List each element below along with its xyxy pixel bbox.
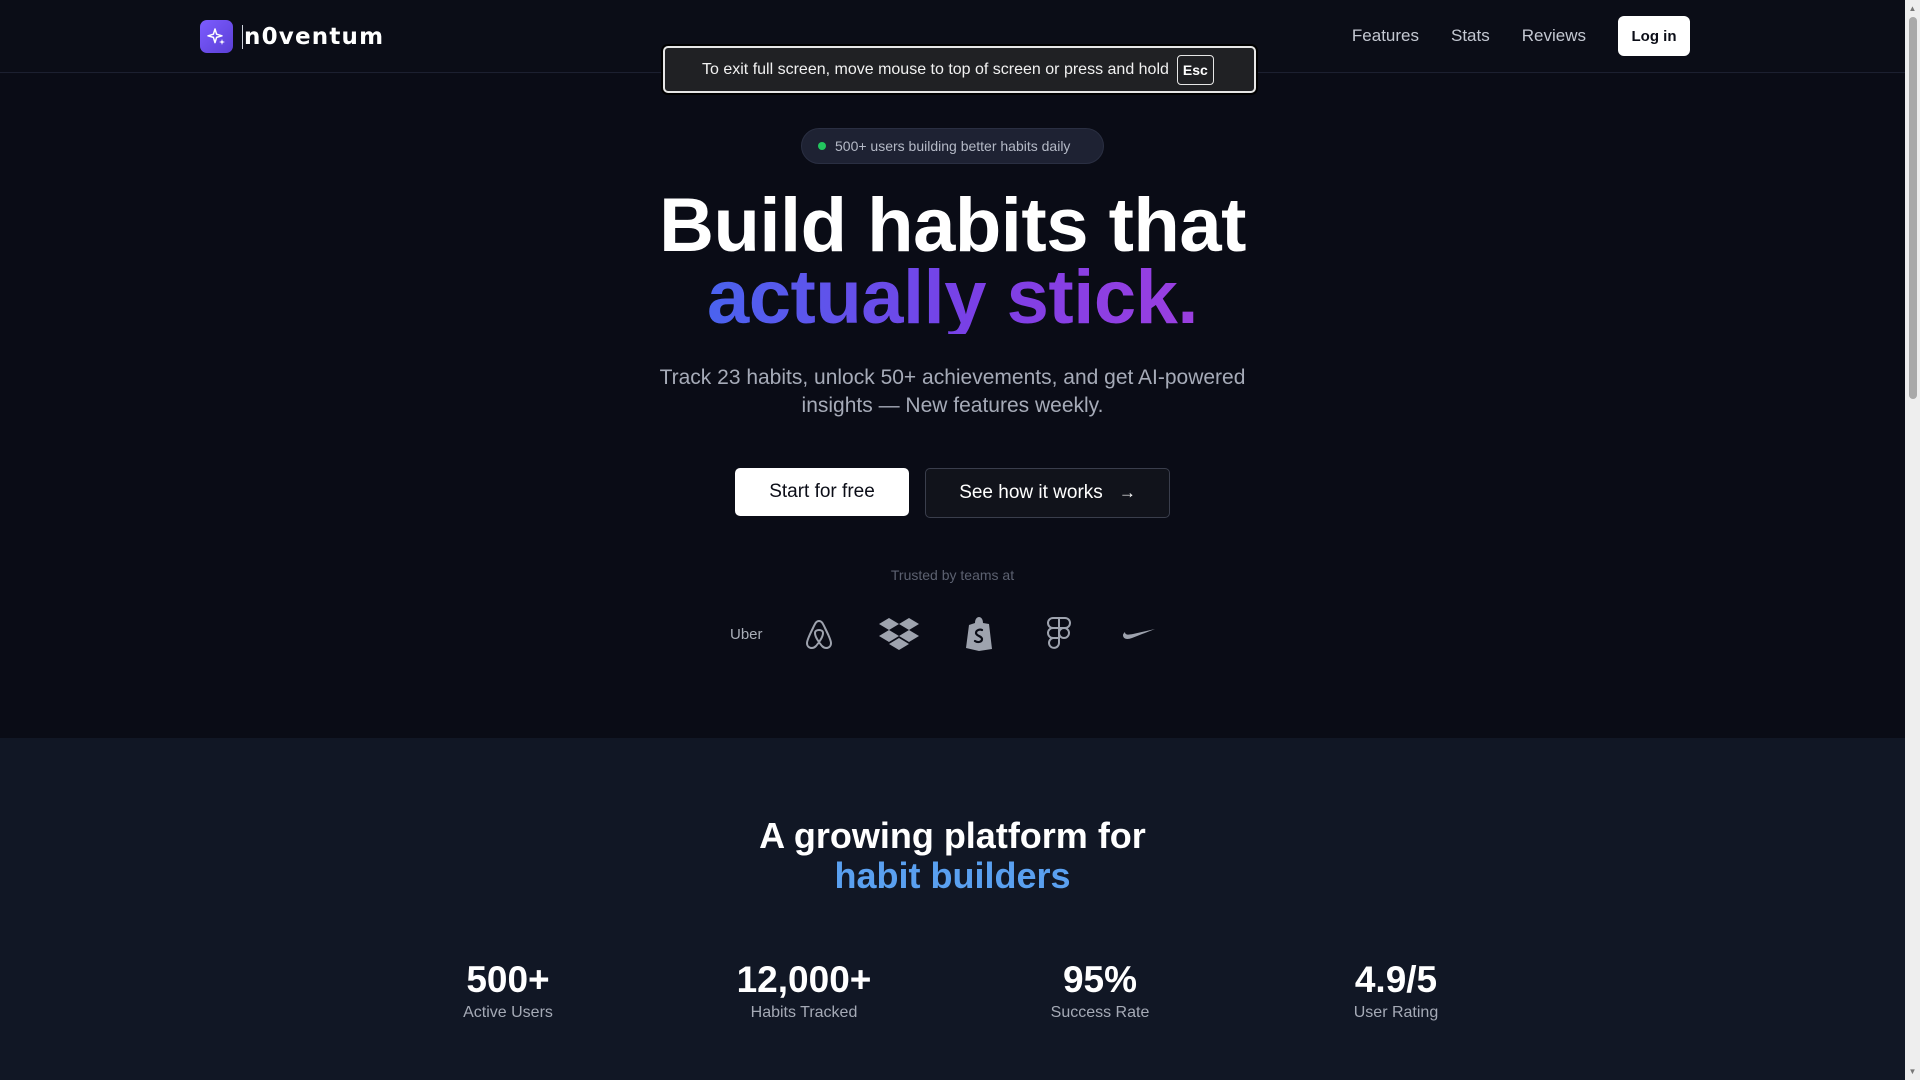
page-scrollbar[interactable]: ▲ ▼ xyxy=(1905,0,1920,1080)
nike-logo xyxy=(1119,614,1159,654)
stat-habits-tracked: 12,000+ Habits Tracked xyxy=(704,960,904,1022)
headline-line-1: Build habits that xyxy=(659,183,1246,268)
users-badge: 500+ users building better habits daily xyxy=(801,128,1104,164)
stat-user-rating: 4.9/5 User Rating xyxy=(1296,960,1496,1022)
stat-value: 500+ xyxy=(466,959,550,1000)
airbnb-logo xyxy=(799,614,839,654)
stat-label: Success Rate xyxy=(1050,1004,1150,1021)
brand-name: n0ventum xyxy=(244,23,385,50)
stats-heading-line-2: habit builders xyxy=(834,855,1071,896)
scroll-down-arrow-icon[interactable]: ▼ xyxy=(1905,1063,1920,1080)
uber-logo: Uber xyxy=(730,625,763,643)
stat-label: User Rating xyxy=(1353,1004,1439,1021)
login-button[interactable]: Log in xyxy=(1618,16,1690,56)
trusted-by-label: Trusted by teams at xyxy=(890,567,1015,583)
scrollbar-thumb[interactable] xyxy=(1909,17,1917,399)
see-how-it-works-button[interactable]: See how it works → xyxy=(925,468,1170,518)
headline-line-2: actually stick. xyxy=(707,255,1199,340)
stat-label: Habits Tracked xyxy=(750,1004,858,1021)
nav-link-features[interactable]: Features xyxy=(1352,26,1419,46)
partner-logos: Uber xyxy=(730,614,1159,654)
fullscreen-toast-message: To exit full screen, move mouse to top o… xyxy=(702,60,1169,78)
nav-link-reviews[interactable]: Reviews xyxy=(1522,26,1586,46)
main-nav: Features Stats Reviews Log in xyxy=(1352,16,1690,56)
users-badge-text: 500+ users building better habits daily xyxy=(835,138,1071,154)
figma-logo xyxy=(1039,614,1079,654)
brand[interactable]: n0ventum xyxy=(200,20,384,53)
hero-subtitle: Track 23 habits, unlock 50+ achievements… xyxy=(659,366,1246,417)
nav-link-stats[interactable]: Stats xyxy=(1451,26,1490,46)
stat-value: 4.9/5 xyxy=(1354,959,1438,1000)
stat-label: Active Users xyxy=(463,1004,553,1021)
stat-value: 12,000+ xyxy=(736,959,872,1000)
status-dot-icon xyxy=(818,142,826,150)
shopify-logo xyxy=(959,614,999,654)
stat-active-users: 500+ Active Users xyxy=(408,960,608,1022)
hero-section: 500+ users building better habits daily … xyxy=(0,74,1905,738)
start-for-free-button[interactable]: Start for free xyxy=(735,468,909,516)
stat-value: 95% xyxy=(1062,959,1138,1000)
arrow-right-icon: → xyxy=(1118,483,1136,502)
hero-headline: Build habits that actually stick. xyxy=(0,183,1905,340)
esc-key-badge: Esc xyxy=(1176,54,1214,85)
stats-heading-line-1: A growing platform for xyxy=(759,815,1146,856)
scroll-up-arrow-icon[interactable]: ▲ xyxy=(1905,0,1920,17)
dropbox-logo xyxy=(878,614,919,654)
sparkle-icon xyxy=(200,20,233,53)
stat-success-rate: 95% Success Rate xyxy=(1000,960,1200,1022)
see-how-it-works-label: See how it works xyxy=(959,482,1103,503)
text-cursor xyxy=(242,24,243,49)
stats-heading: A growing platform for habit builders xyxy=(0,816,1905,896)
stats-section: A growing platform for habit builders 50… xyxy=(0,738,1905,1080)
fullscreen-exit-toast: To exit full screen, move mouse to top o… xyxy=(663,46,1256,93)
